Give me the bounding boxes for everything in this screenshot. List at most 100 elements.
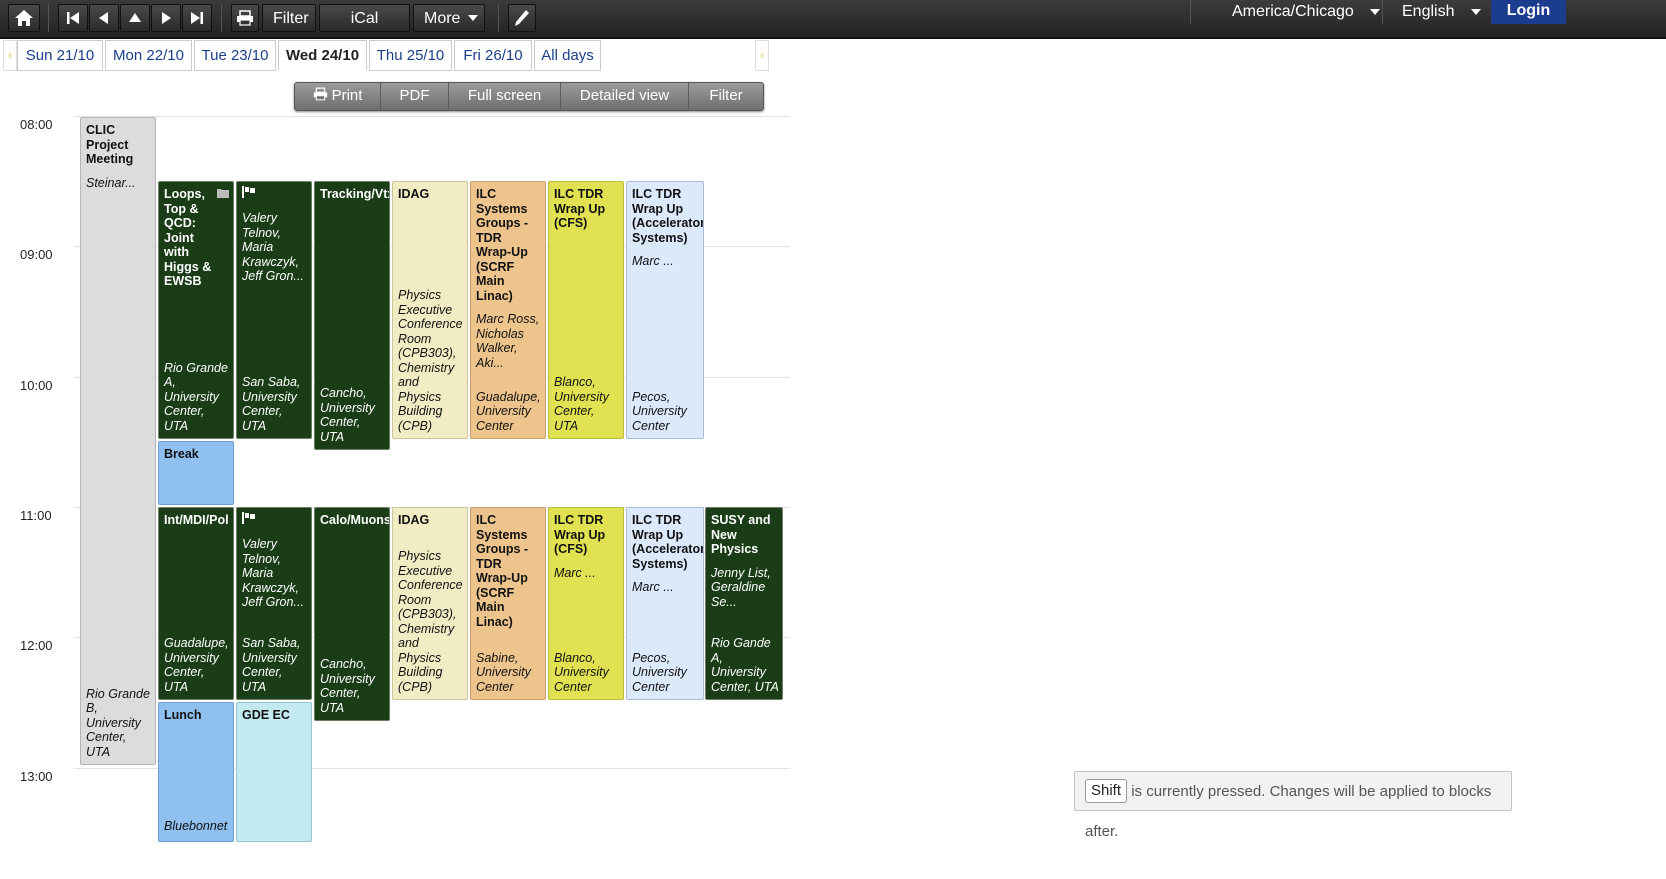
session-title: ILC TDR Wrap Up (CFS) (554, 513, 606, 556)
session-conveners: Jenny List, Geraldine Se... (711, 565, 771, 609)
next-button[interactable] (151, 4, 181, 32)
session-title: IDAG (398, 513, 430, 527)
session-block[interactable]: Loops, Top & QCD: Joint with Higgs & EWS… (158, 181, 234, 439)
break-block[interactable]: Break (158, 441, 234, 505)
session-title: SUSY and New Physics (711, 513, 771, 556)
session-conveners: Steinar... (86, 175, 136, 190)
pdf-button[interactable]: PDF (381, 83, 449, 110)
printer-icon (313, 87, 327, 101)
previous-button[interactable] (89, 4, 119, 32)
print-label: Print (331, 87, 363, 104)
tab-tue[interactable]: Tue 23/10 (194, 40, 276, 71)
last-button[interactable] (182, 4, 212, 32)
session-title: IDAG (398, 187, 430, 201)
print-button[interactable] (231, 4, 259, 32)
language-selector[interactable]: English (1402, 1, 1481, 38)
lunch-room: Bluebonnet (164, 819, 228, 833)
next-icon (162, 12, 171, 24)
session-conveners: Marc ... (632, 580, 674, 594)
filter-view-button[interactable]: Filter (689, 83, 763, 110)
session-block[interactable]: ILC Systems Groups - TDR Wrap-Up (SCRF M… (470, 181, 546, 439)
session-block[interactable]: ILC TDR Wrap Up (Accelerator Systems) Ma… (626, 181, 704, 439)
session-conveners: Marc ... (554, 565, 596, 580)
last-page-icon (191, 12, 203, 24)
tab-all-days[interactable]: All days (534, 40, 601, 71)
view-toolbar: Print PDF Full screen Detailed view Filt… (294, 82, 764, 111)
more-menu-button[interactable]: More (413, 4, 485, 32)
scroll-right-arrow[interactable]: › (755, 40, 769, 71)
language-label: English (1402, 3, 1455, 20)
timezone-selector[interactable]: America/Chicago (1232, 1, 1381, 38)
session-block[interactable]: IDAG Physics Executive Conference Room (… (392, 181, 468, 439)
session-block[interactable]: CLIC Project Meeting Steinar... Rio Gran… (80, 117, 156, 765)
session-title: CLIC Project Meeting (86, 123, 134, 166)
first-button[interactable] (58, 4, 88, 32)
map-flag-icon (242, 186, 255, 198)
session-block[interactable]: IDAG Physics Executive Conference Room (… (392, 507, 468, 700)
ical-export-button[interactable]: iCal export (319, 4, 410, 55)
session-room: Cancho, University Center, UTA (320, 657, 375, 715)
pencil-icon (515, 10, 529, 26)
previous-icon (99, 12, 108, 24)
session-block[interactable]: Tracking/Vtx Cancho, University Center, … (314, 181, 390, 450)
first-page-icon (67, 12, 79, 24)
filter-button[interactable]: Filter (262, 4, 316, 32)
hour-label: 08:00 (20, 117, 53, 132)
hour-label: 10:00 (20, 378, 53, 393)
break-title: Break (164, 447, 199, 461)
tab-fri[interactable]: Fri 26/10 (454, 40, 532, 71)
session-conveners: Valery Telnov, Maria Krawczyk, Jeff Gron… (242, 537, 304, 609)
chevron-down-icon (1370, 8, 1381, 15)
session-title: ILC Systems Groups - TDR Wrap-Up (SCRF M… (476, 513, 529, 629)
session-room: Physics Executive Conference Room (CPB30… (398, 549, 463, 694)
tab-sun[interactable]: Sun 21/10 (17, 40, 103, 71)
session-block[interactable]: Int/MDI/Pol Guadalupe, University Center… (158, 507, 234, 700)
session-conveners: Marc ... (632, 254, 674, 268)
session-room: Blanco, University Center (554, 650, 609, 694)
session-block[interactable]: GDE EC (236, 702, 312, 842)
scroll-left-arrow[interactable]: ‹ (3, 40, 17, 71)
session-room: Blanco, University Center, UTA (554, 375, 609, 433)
up-icon (129, 13, 141, 22)
hour-label: 12:00 (20, 638, 53, 653)
tab-mon[interactable]: Mon 22/10 (105, 40, 192, 71)
tab-wed[interactable]: Wed 24/10 (278, 40, 367, 71)
session-title: GDE EC (242, 708, 290, 722)
hour-line (74, 116, 790, 117)
session-block[interactable]: Calo/Muons Cancho, University Center, UT… (314, 507, 390, 721)
session-block[interactable]: Valery Telnov, Maria Krawczyk, Jeff Gron… (236, 507, 312, 700)
edit-button[interactable] (508, 4, 536, 32)
session-room: Guadalupe, University Center, UTA (164, 636, 229, 694)
hour-label: 13:00 (20, 769, 53, 784)
session-block[interactable]: ILC TDR Wrap Up (CFS) Blanco, University… (548, 181, 624, 439)
home-icon (15, 10, 33, 26)
session-title: ILC Systems Groups - TDR Wrap-Up (SCRF M… (476, 187, 529, 303)
session-block[interactable]: ILC TDR Wrap Up (CFS) Marc ... Blanco, U… (548, 507, 624, 700)
detailed-view-button[interactable]: Detailed view (561, 83, 689, 110)
session-room: Rio Gande A, University Center, UTA (711, 636, 779, 694)
hour-label: 09:00 (20, 247, 53, 262)
session-block[interactable]: ILC TDR Wrap Up (Accelerator Systems) Ma… (626, 507, 704, 700)
shift-key: Shift (1085, 778, 1128, 803)
session-block[interactable]: Valery Telnov, Maria Krawczyk, Jeff Gron… (236, 181, 312, 439)
lunch-block[interactable]: Lunch Bluebonnet (158, 702, 234, 842)
print-view-button[interactable]: Print (295, 83, 381, 110)
session-block[interactable]: SUSY and New Physics Jenny List, Geraldi… (705, 507, 783, 700)
timezone-label: America/Chicago (1232, 3, 1354, 20)
session-title: ILC TDR Wrap Up (CFS) (554, 187, 606, 230)
session-block[interactable]: ILC Systems Groups - TDR Wrap-Up (SCRF M… (470, 507, 546, 700)
full-screen-button[interactable]: Full screen (449, 83, 561, 110)
session-room: Pecos, University Center (632, 389, 687, 433)
session-title: Int/MDI/Pol (164, 513, 229, 527)
up-button[interactable] (120, 4, 150, 32)
login-button[interactable]: Login (1491, 0, 1566, 24)
tab-thu[interactable]: Thu 25/10 (369, 40, 452, 71)
session-title: Tracking/Vtx (320, 187, 390, 201)
printer-icon (237, 10, 253, 26)
home-button[interactable] (8, 4, 40, 32)
folder-icon (217, 189, 229, 198)
lunch-title: Lunch (164, 708, 202, 722)
session-room: Rio Grande B, University Center, UTA (86, 686, 150, 759)
shift-notice: Shift is currently pressed. Changes will… (1074, 771, 1512, 840)
session-title: Loops, Top & QCD: Joint with Higgs & EWS… (164, 187, 212, 288)
